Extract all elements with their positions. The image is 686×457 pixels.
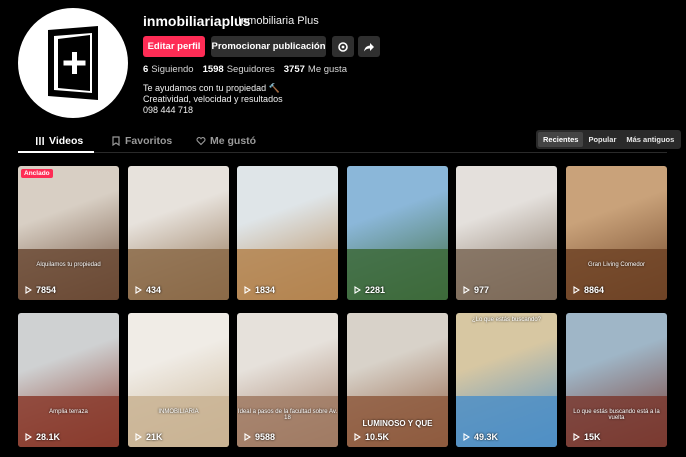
sort-oldest[interactable]: Más antiguos bbox=[621, 132, 679, 147]
view-count-value: 2281 bbox=[365, 285, 386, 295]
video-caption-overlay: ¿Lo que estás buscando? bbox=[471, 317, 542, 323]
sort-recent[interactable]: Recientes bbox=[538, 132, 584, 147]
view-count-value: 1834 bbox=[255, 285, 276, 295]
view-count-value: 21K bbox=[146, 432, 163, 442]
video-thumbnail[interactable]: Ideal a pasos de la facultad sobre Av. 1… bbox=[237, 313, 338, 447]
video-thumbnail[interactable]: Lo que estás buscando está a la vuelta 15… bbox=[566, 313, 667, 447]
settings-button[interactable] bbox=[332, 36, 354, 57]
view-count: 15K bbox=[573, 432, 601, 442]
stat-followers[interactable]: 1598 Seguidores bbox=[203, 64, 275, 75]
view-count: 9588 bbox=[244, 432, 275, 442]
share-profile-button[interactable] bbox=[358, 36, 380, 57]
play-icon bbox=[135, 286, 142, 294]
bio-line: Te ayudamos con tu propiedad 🔨 bbox=[143, 83, 280, 93]
video-thumbnail[interactable]: 434 bbox=[128, 166, 229, 300]
video-thumbnail[interactable]: 2281 bbox=[347, 166, 448, 300]
video-thumbnail[interactable]: 977 bbox=[456, 166, 557, 300]
view-count-value: 434 bbox=[146, 285, 162, 295]
view-count-value: 8864 bbox=[584, 285, 605, 295]
sort-popular[interactable]: Popular bbox=[583, 132, 621, 147]
play-icon bbox=[25, 433, 32, 441]
view-count: 977 bbox=[463, 285, 489, 295]
tab-videos[interactable]: Videos bbox=[35, 135, 83, 147]
view-count: 49.3K bbox=[463, 432, 498, 442]
stat-likes: 3757 Me gusta bbox=[283, 64, 347, 75]
active-tab-indicator bbox=[18, 151, 94, 153]
play-icon bbox=[244, 433, 251, 441]
view-count: 7854 bbox=[25, 285, 56, 295]
play-icon bbox=[573, 433, 580, 441]
play-icon bbox=[354, 433, 361, 441]
door-logo-icon bbox=[48, 26, 98, 100]
view-count-value: 7854 bbox=[36, 285, 57, 295]
video-caption-overlay: Gran Living Comedor bbox=[587, 262, 646, 268]
view-count: 1834 bbox=[244, 285, 275, 295]
bookmark-icon bbox=[112, 136, 120, 146]
view-count: 28.1K bbox=[25, 432, 60, 442]
promote-post-button[interactable]: Promocionar publicación bbox=[211, 36, 326, 57]
view-count-value: 49.3K bbox=[474, 432, 499, 442]
share-arrow-icon bbox=[364, 42, 374, 51]
video-caption-overlay: LUMINOSO Y QUE bbox=[362, 419, 433, 428]
video-thumbnail[interactable]: Gran Living Comedor 8864 bbox=[566, 166, 667, 300]
video-thumbnail[interactable]: INMOBILIARIA 21K bbox=[128, 313, 229, 447]
view-count-value: 977 bbox=[474, 285, 490, 295]
display-name: Inmobiliaria Plus bbox=[238, 15, 319, 27]
play-icon bbox=[354, 286, 361, 294]
tab-liked[interactable]: Me gustó bbox=[196, 135, 256, 147]
edit-profile-button[interactable]: Editar perfil bbox=[143, 36, 205, 57]
grid-icon bbox=[36, 137, 44, 145]
video-thumbnail[interactable]: Amplia terraza 28.1K bbox=[18, 313, 119, 447]
view-count: 434 bbox=[135, 285, 161, 295]
video-thumbnail[interactable]: ¿Lo que estás buscando? 49.3K bbox=[456, 313, 557, 447]
username: inmobiliariaplus bbox=[143, 13, 251, 29]
view-count: 10.5K bbox=[354, 432, 389, 442]
avatar[interactable] bbox=[18, 8, 128, 118]
play-icon bbox=[135, 433, 142, 441]
video-caption-overlay: Lo que estás buscando está a la vuelta bbox=[573, 409, 660, 421]
video-caption-overlay: Ideal a pasos de la facultad sobre Av. 1… bbox=[237, 409, 338, 421]
bio: Te ayudamos con tu propiedad 🔨 Creativid… bbox=[143, 83, 283, 116]
video-caption-overlay: Alquilamos tu propiedad bbox=[36, 262, 101, 268]
view-count-value: 15K bbox=[584, 432, 601, 442]
gear-icon bbox=[338, 41, 348, 52]
view-count: 2281 bbox=[354, 285, 385, 295]
video-caption-overlay: Amplia terraza bbox=[49, 409, 88, 415]
bio-line: 098 444 718 bbox=[143, 105, 194, 115]
bio-line: Creatividad, velocidad y resultados bbox=[143, 94, 283, 104]
view-count-value: 9588 bbox=[255, 432, 276, 442]
play-icon bbox=[573, 286, 580, 294]
play-icon bbox=[244, 286, 251, 294]
view-count: 8864 bbox=[573, 285, 604, 295]
view-count: 21K bbox=[135, 432, 163, 442]
video-thumbnail[interactable]: Anclado Alquilamos tu propiedad 7854 bbox=[18, 166, 119, 300]
video-thumbnail[interactable]: LUMINOSO Y QUE 10.5K bbox=[347, 313, 448, 447]
video-thumbnail[interactable]: 1834 bbox=[237, 166, 338, 300]
view-count-value: 10.5K bbox=[365, 432, 390, 442]
profile-stats: 6 Siguiendo 1598 Seguidores 3757 Me gusta bbox=[143, 64, 347, 75]
pinned-badge: Anclado bbox=[21, 169, 53, 178]
tab-favorites[interactable]: Favoritos bbox=[111, 135, 172, 147]
heart-icon bbox=[196, 137, 206, 146]
stat-following[interactable]: 6 Siguiendo bbox=[143, 64, 194, 75]
play-icon bbox=[25, 286, 32, 294]
video-caption-overlay: INMOBILIARIA bbox=[158, 409, 199, 415]
sort-selector: Recientes Popular Más antiguos bbox=[536, 130, 682, 149]
view-count-value: 28.1K bbox=[36, 432, 61, 442]
play-icon bbox=[463, 286, 470, 294]
play-icon bbox=[463, 433, 470, 441]
